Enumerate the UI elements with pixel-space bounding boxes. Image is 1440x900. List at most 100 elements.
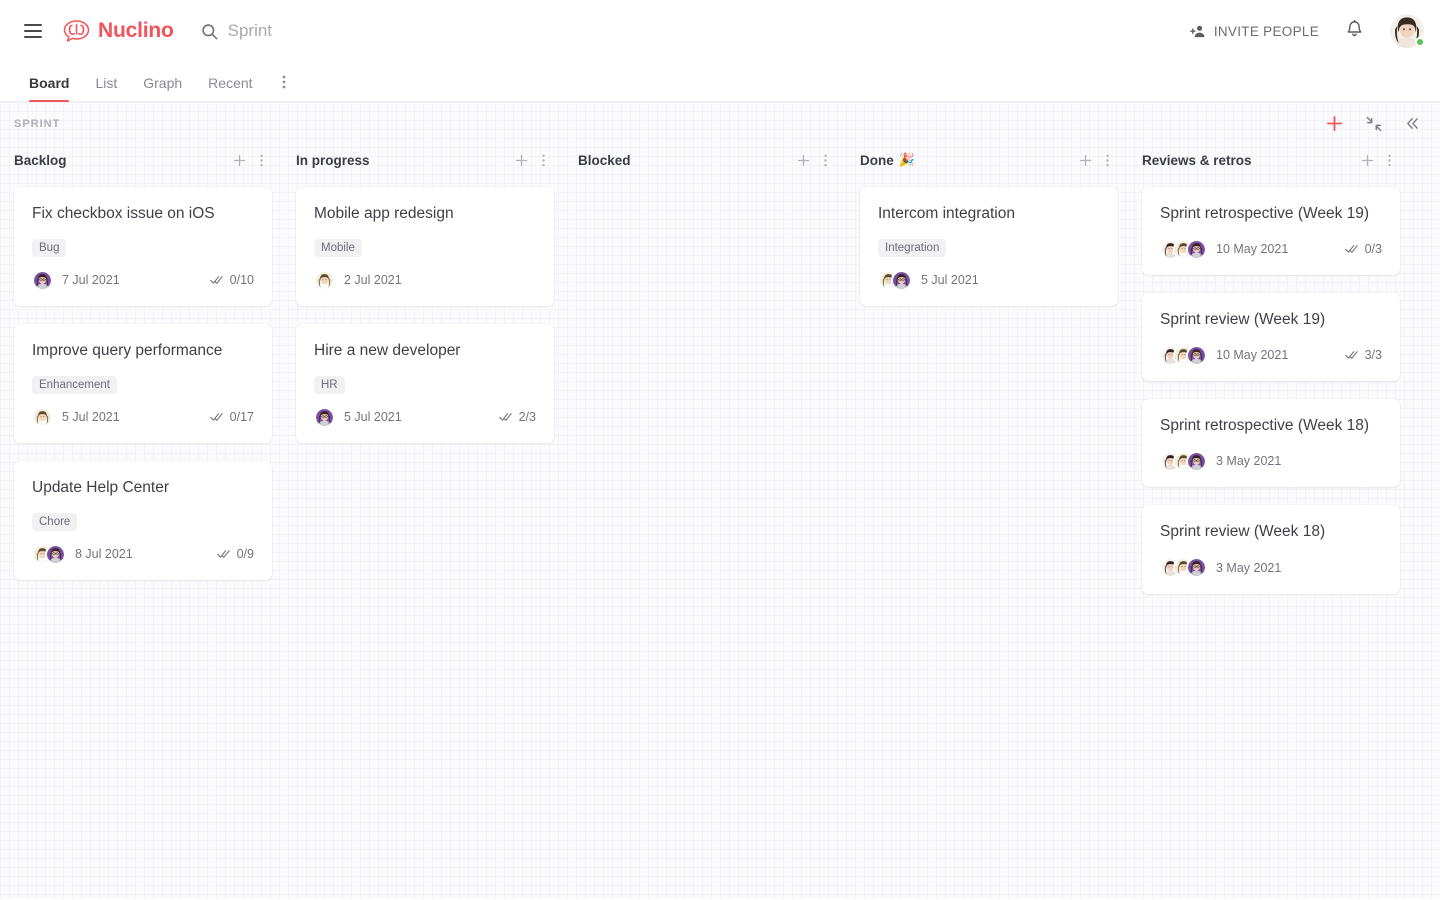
card-date: 10 May 2021 (1216, 242, 1289, 257)
card-tag[interactable]: Integration (878, 239, 947, 258)
card-footer: 5 Jul 2021 2/3 (314, 406, 536, 428)
board-column-done: Done 🎉 Intercom integration Integration (860, 145, 1118, 307)
card-meta: 3 May 2021 (1160, 557, 1281, 579)
card-checklist: 0/17 (209, 410, 254, 425)
card-title: Hire a new developer (314, 342, 461, 360)
kebab-menu-icon (259, 154, 263, 166)
brain-bubble-logo-icon (63, 20, 90, 42)
top-bar: Nuclino INVITE PEOPLE (0, 0, 1440, 62)
board-card[interactable]: Sprint review (Week 19) 10 May 2021 3/3 (1142, 293, 1400, 382)
view-tabs: Board List Graph Recent (0, 62, 1440, 102)
avatar-purple-woman-glasses (1186, 450, 1207, 472)
column-cards: Fix checkbox issue on iOS Bug 7 Jul 2021 (14, 187, 272, 581)
card-tag[interactable]: Mobile (314, 239, 362, 258)
card-avatars[interactable] (314, 406, 335, 428)
card-avatars[interactable] (1160, 557, 1207, 579)
column-more-button[interactable] (1096, 149, 1118, 171)
column-cards: Mobile app redesign Mobile 2 Jul 2021 Hi… (296, 187, 554, 444)
column-more-button[interactable] (250, 149, 272, 171)
card-avatars[interactable] (314, 269, 335, 291)
board-card[interactable]: Sprint review (Week 18) 3 May 2021 (1142, 505, 1400, 594)
card-tag[interactable]: Bug (32, 239, 67, 258)
column-add-card-button[interactable] (510, 149, 532, 171)
avatar-purple-woman-glasses (1186, 344, 1207, 366)
card-avatars[interactable] (32, 406, 53, 428)
avatar-cream-man (32, 406, 53, 428)
card-checklist-count: 0/17 (229, 410, 254, 425)
board-card[interactable]: Update Help Center Chore 8 Jul 2021 0/9 (14, 461, 272, 581)
column-title-text: Backlog (14, 152, 67, 168)
column-title: Backlog (14, 153, 228, 168)
card-date: 8 Jul 2021 (75, 547, 133, 562)
collapse-sidebar-button[interactable] (1404, 115, 1421, 132)
column-add-card-button[interactable] (228, 149, 250, 171)
card-checklist-count: 0/9 (236, 547, 254, 562)
card-checklist-count: 0/10 (229, 273, 254, 288)
search-bar[interactable] (200, 21, 1190, 41)
card-tag[interactable]: HR (314, 376, 345, 395)
card-checklist-count: 0/3 (1364, 242, 1382, 257)
add-item-button[interactable] (1325, 114, 1344, 133)
tab-list-label: List (95, 75, 118, 91)
tab-graph[interactable]: Graph (130, 76, 195, 101)
card-date: 5 Jul 2021 (921, 273, 979, 288)
add-person-icon (1189, 25, 1205, 37)
column-add-card-button[interactable] (1074, 149, 1096, 171)
plus-icon (1079, 154, 1091, 166)
invite-people-label: INVITE PEOPLE (1213, 23, 1319, 39)
board-card[interactable]: Intercom integration Integration 5 Jul 2… (860, 187, 1118, 307)
tab-recent[interactable]: Recent (195, 76, 265, 101)
card-title: Intercom integration (878, 205, 1015, 222)
brand-logo-area[interactable]: Nuclino (62, 19, 174, 43)
plus-icon (1361, 154, 1373, 166)
tab-list[interactable]: List (82, 76, 130, 101)
card-avatars[interactable] (32, 543, 66, 565)
card-date: 2 Jul 2021 (344, 273, 402, 288)
card-meta: 7 Jul 2021 (32, 269, 120, 291)
card-meta: 2 Jul 2021 (314, 269, 402, 291)
board-card[interactable]: Sprint retrospective (Week 18) 3 May 202… (1142, 399, 1400, 488)
board-card[interactable]: Hire a new developer HR 5 Jul 2021 2/3 (296, 324, 554, 444)
card-tag[interactable]: Chore (32, 513, 78, 532)
board-card[interactable]: Sprint retrospective (Week 19) 10 May 20… (1142, 187, 1400, 276)
breadcrumb: SPRINT (14, 117, 61, 130)
double-check-icon (498, 413, 512, 422)
card-checklist: 0/10 (209, 273, 254, 288)
board-header: SPRINT (0, 102, 1440, 145)
tabs-more-button[interactable] (266, 74, 302, 101)
card-avatars[interactable] (878, 269, 912, 291)
card-date: 5 Jul 2021 (344, 410, 402, 425)
column-header: Blocked (578, 145, 836, 175)
search-input[interactable] (227, 21, 548, 41)
card-footer: 3 May 2021 (1160, 450, 1382, 472)
hamburger-menu-icon[interactable] (18, 16, 48, 46)
column-more-button[interactable] (1378, 149, 1400, 171)
card-avatars[interactable] (1160, 344, 1207, 366)
card-title: Update Help Center (32, 479, 169, 497)
card-checklist: 0/9 (216, 547, 254, 562)
card-checklist: 3/3 (1344, 348, 1382, 362)
card-checklist: 0/3 (1344, 242, 1382, 257)
card-tag[interactable]: Enhancement (32, 376, 117, 395)
card-avatars[interactable] (1160, 238, 1207, 260)
collapse-all-button[interactable] (1366, 116, 1382, 132)
top-bar-right: INVITE PEOPLE (1189, 14, 1425, 48)
card-title: Sprint retrospective (Week 18) (1160, 417, 1370, 435)
notifications-button[interactable] (1345, 19, 1364, 44)
column-add-card-button[interactable] (792, 149, 814, 171)
board-card[interactable]: Fix checkbox issue on iOS Bug 7 Jul 2021 (14, 187, 272, 307)
board-card[interactable]: Improve query performance Enhancement 5 … (14, 324, 272, 444)
tab-board[interactable]: Board (16, 76, 82, 102)
column-title-text: In progress (296, 152, 370, 168)
double-check-icon (209, 413, 223, 422)
kebab-menu-icon (282, 75, 285, 89)
card-avatars[interactable] (32, 269, 53, 291)
card-avatars[interactable] (1160, 450, 1207, 472)
board-card[interactable]: Mobile app redesign Mobile 2 Jul 2021 (296, 187, 554, 307)
column-add-card-button[interactable] (1356, 149, 1378, 171)
column-more-button[interactable] (814, 149, 836, 171)
card-footer: 5 Jul 2021 (878, 269, 1100, 291)
column-more-button[interactable] (532, 149, 554, 171)
user-avatar[interactable] (1390, 14, 1425, 48)
invite-people-button[interactable]: INVITE PEOPLE (1189, 23, 1319, 40)
